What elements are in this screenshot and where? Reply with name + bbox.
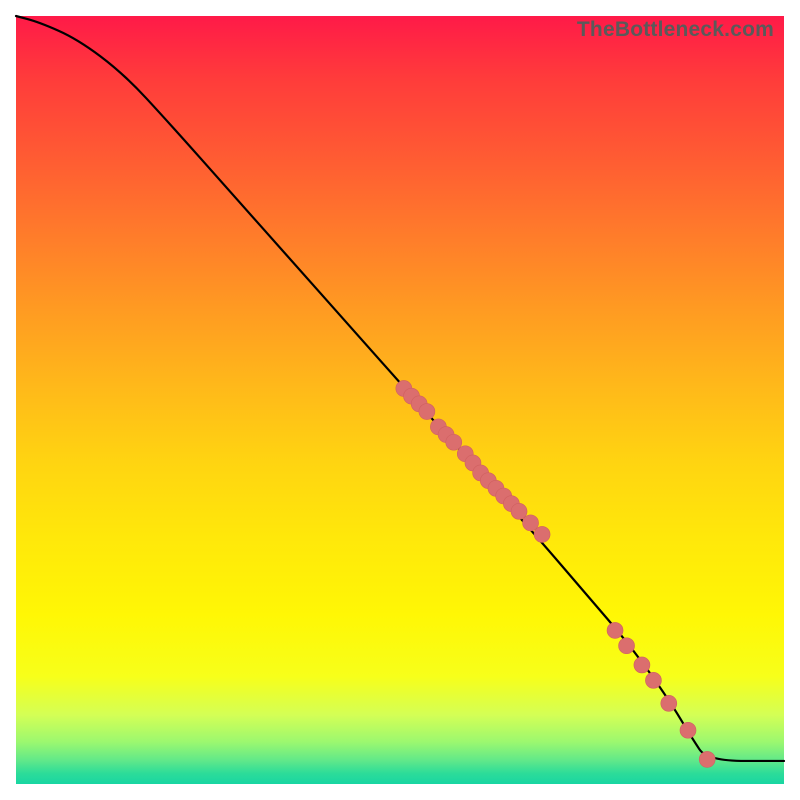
data-point xyxy=(680,722,696,738)
data-point xyxy=(419,404,435,420)
data-point xyxy=(523,515,539,531)
chart-container: TheBottleneck.com xyxy=(0,0,800,800)
data-point xyxy=(699,751,715,767)
chart-svg xyxy=(16,16,784,784)
chart-points-group xyxy=(396,380,715,767)
data-point xyxy=(534,526,550,542)
data-point xyxy=(607,622,623,638)
data-point xyxy=(511,503,527,519)
data-point xyxy=(645,672,661,688)
data-point xyxy=(446,434,462,450)
data-point xyxy=(619,638,635,654)
data-point xyxy=(661,695,677,711)
plot-area: TheBottleneck.com xyxy=(16,16,784,784)
data-point xyxy=(634,657,650,673)
